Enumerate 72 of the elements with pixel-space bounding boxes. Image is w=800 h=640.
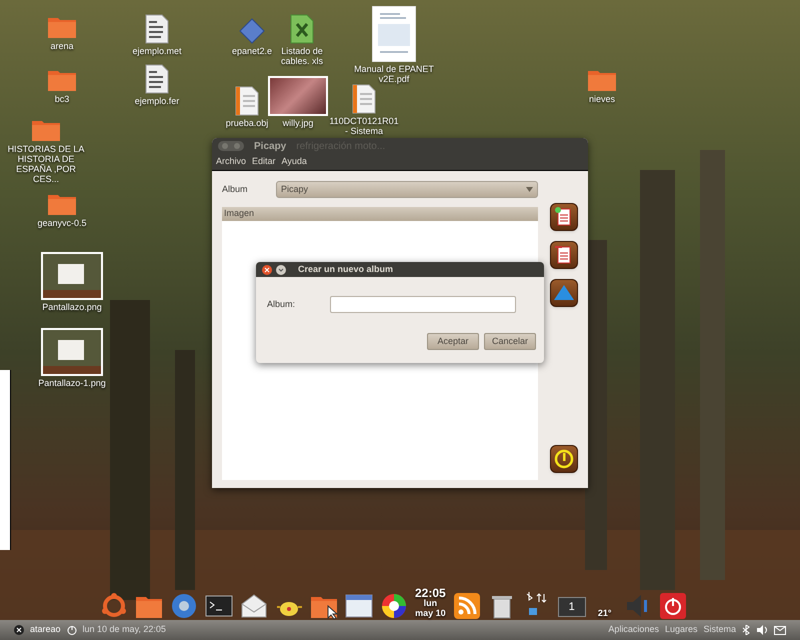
- globe-icon[interactable]: [170, 592, 198, 620]
- icon-label[interactable]: ejemplo.met: [132, 46, 182, 56]
- power-button[interactable]: [550, 445, 578, 473]
- album-dropdown[interactable]: Picapy: [276, 181, 538, 198]
- clock-text: lun: [424, 598, 438, 608]
- icon-label[interactable]: Listado de cables. xls: [270, 46, 334, 66]
- window-title: Picapy: [254, 140, 286, 154]
- ubuntu-logo-icon[interactable]: [100, 592, 128, 620]
- clock-text: 22:05: [415, 588, 446, 598]
- dropdown-arrow-icon: [526, 187, 533, 192]
- add-page-button[interactable]: [550, 203, 578, 231]
- remove-page-button[interactable]: [550, 241, 578, 269]
- icon-label[interactable]: willy.jpg: [282, 118, 314, 128]
- text-file-icon: [145, 14, 169, 44]
- spreadsheet-icon: [290, 14, 314, 44]
- workspace-switcher[interactable]: 1: [558, 597, 586, 617]
- bluetooth-icon: [742, 625, 750, 635]
- panel-menu[interactable]: Lugares: [664, 623, 698, 637]
- date-time: lun 10 de may, 22:05: [82, 623, 166, 636]
- panel-menu[interactable]: Aplicaciones: [608, 623, 659, 637]
- icon-label[interactable]: prueba.obj: [226, 118, 268, 128]
- icon-label[interactable]: bc3: [54, 94, 70, 104]
- field-label: Album:: [267, 298, 296, 311]
- document-icon: [352, 84, 376, 114]
- text-file-icon: [145, 64, 169, 94]
- menu-item[interactable]: Editar: [252, 155, 276, 169]
- envelope-icon[interactable]: [240, 592, 268, 620]
- clock-text: may 10: [415, 608, 446, 618]
- volume-icon: [756, 625, 768, 635]
- folder-icon: [47, 192, 77, 216]
- icon-label[interactable]: epanet2.e: [232, 46, 272, 56]
- menu-item[interactable]: Ayuda: [282, 155, 307, 169]
- document-page-icon: [372, 6, 416, 62]
- upload-button[interactable]: [550, 279, 578, 307]
- icon-label[interactable]: 110DCT0121R01 - Sistema: [329, 116, 399, 136]
- folder-icon: [47, 15, 77, 39]
- rss-icon[interactable]: [452, 592, 481, 620]
- icon-label[interactable]: geanyvc-0.5: [37, 218, 87, 228]
- album-name-field[interactable]: [330, 296, 516, 313]
- screenshot-thumbnail: [41, 328, 103, 376]
- icon-label[interactable]: arena: [50, 41, 74, 51]
- power-icon[interactable]: [658, 592, 687, 620]
- dialog-button[interactable]: Aceptar: [427, 333, 479, 350]
- document-icon: [235, 86, 259, 116]
- icon-label[interactable]: HISTORIAS DE LA HISTORIA DE ESPAÑA ,POR CES...: [4, 144, 88, 184]
- dialog-button[interactable]: Cancelar: [484, 333, 536, 350]
- screenshot-thumbnail: [41, 252, 103, 300]
- window-icon[interactable]: [345, 592, 373, 620]
- power-icon: [66, 625, 77, 635]
- pinwheel-icon[interactable]: [380, 592, 408, 620]
- menu-item[interactable]: Archivo: [216, 155, 246, 169]
- weather-temperature: 21°: [596, 606, 613, 620]
- icon-label[interactable]: Manual de EPANET v2E.pdf: [352, 64, 436, 84]
- photo-placeholder: [268, 76, 328, 116]
- close-icon: [14, 625, 24, 635]
- icon-label[interactable]: Pantallazo.png: [42, 302, 102, 312]
- minimize-icon: [276, 264, 286, 274]
- folder-icon: [47, 68, 77, 92]
- album-label: Album: [222, 182, 249, 196]
- folder-icon: [587, 68, 617, 92]
- close-icon: [262, 264, 272, 274]
- dialog-title: Crear un nuevo album: [298, 262, 394, 276]
- user-name: atareao: [30, 623, 61, 636]
- icon-label[interactable]: ejemplo.fer: [134, 96, 180, 106]
- diamond-icon: [239, 18, 265, 44]
- icon-label[interactable]: Pantallazo-1.png: [38, 378, 106, 388]
- window-controls-icon: [218, 141, 244, 151]
- column-header[interactable]: Imagen: [222, 207, 538, 221]
- panel-menu[interactable]: Sistema: [703, 623, 736, 637]
- icon-label[interactable]: nieves: [588, 94, 615, 104]
- folder-icon: [31, 118, 61, 142]
- envelope-icon: [774, 626, 786, 634]
